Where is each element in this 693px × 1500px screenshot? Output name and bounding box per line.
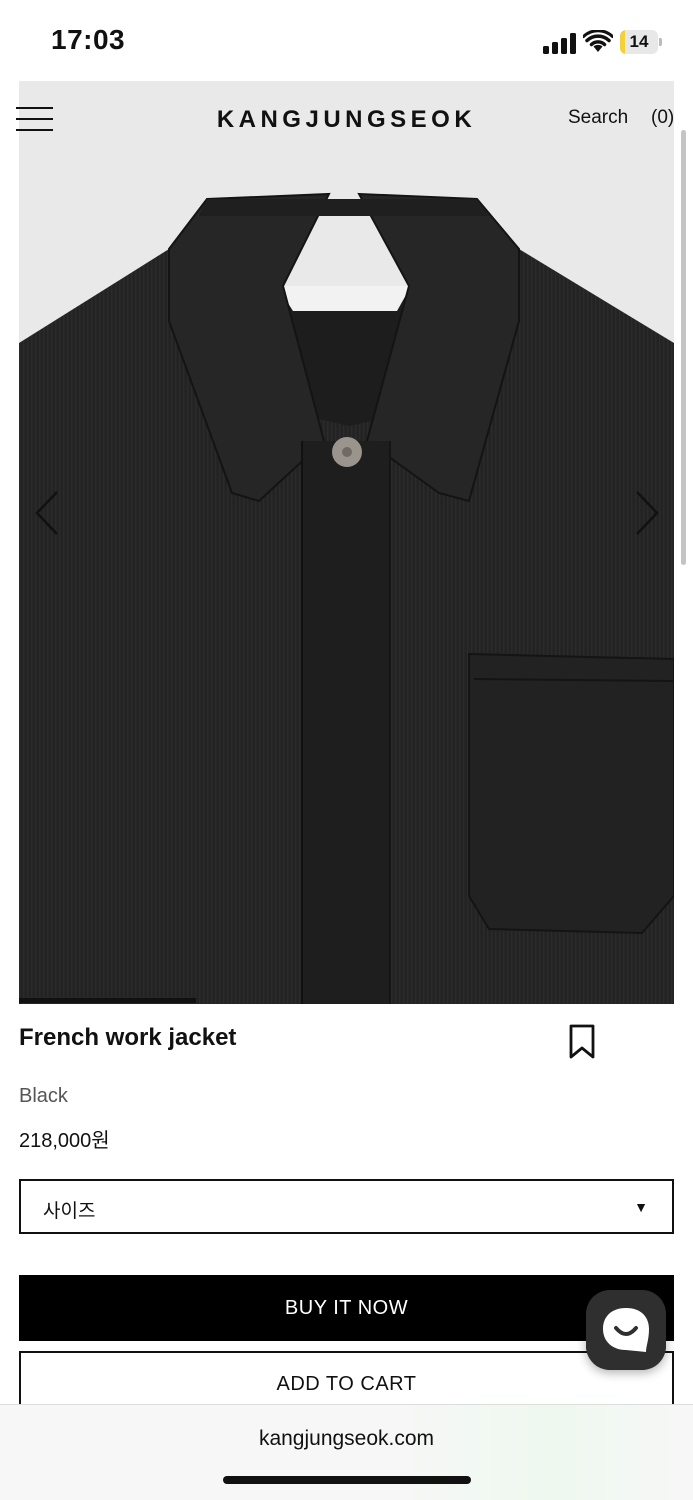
product-price: 218,000원 bbox=[19, 1130, 110, 1152]
status-bar: 17:03 14 bbox=[0, 0, 693, 82]
gallery-progress-bar bbox=[19, 998, 196, 1003]
browser-address-bar[interactable] bbox=[0, 1404, 693, 1500]
bookmark-icon[interactable] bbox=[568, 1024, 596, 1060]
product-color: Black bbox=[19, 1085, 68, 1107]
battery-level: 14 bbox=[629, 32, 649, 51]
home-indicator[interactable] bbox=[223, 1476, 471, 1484]
battery-icon: 14 bbox=[620, 30, 662, 54]
caret-down-icon: ▼ bbox=[634, 1199, 648, 1215]
product-page: 17:03 14 KANGJUNGSEOK Search (0) French … bbox=[0, 0, 693, 1500]
status-time: 17:03 bbox=[51, 24, 126, 55]
jacket-photo bbox=[19, 192, 674, 1004]
page-scrollbar[interactable] bbox=[681, 130, 686, 565]
product-image[interactable] bbox=[19, 81, 674, 1004]
product-name: French work jacket bbox=[19, 1024, 237, 1051]
search-link[interactable]: Search bbox=[568, 107, 628, 129]
cellular-signal-icon bbox=[543, 32, 577, 54]
chevron-right-icon[interactable] bbox=[631, 490, 661, 536]
hamburger-menu-icon[interactable] bbox=[16, 107, 53, 133]
browser-url[interactable]: kangjungseok.com bbox=[0, 1427, 693, 1451]
chat-bubble-icon[interactable] bbox=[586, 1290, 666, 1370]
chevron-left-icon[interactable] bbox=[33, 490, 63, 536]
size-select[interactable]: 사이즈 ▼ bbox=[19, 1179, 674, 1234]
buy-now-button[interactable]: BUY IT NOW bbox=[19, 1275, 674, 1341]
size-select-label: 사이즈 bbox=[43, 1201, 96, 1222]
brand-logo[interactable]: KANGJUNGSEOK bbox=[180, 106, 513, 134]
cart-count-link[interactable]: (0) bbox=[651, 107, 674, 129]
wifi-icon bbox=[583, 30, 613, 52]
